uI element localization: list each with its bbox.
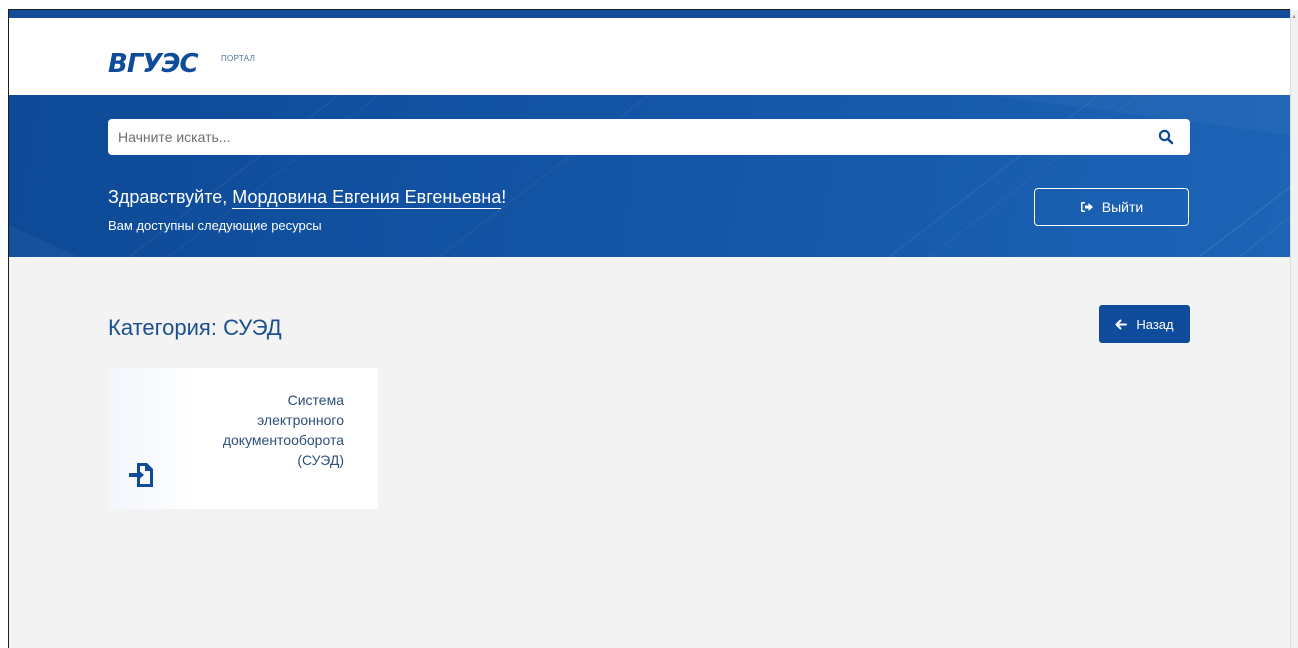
greeting-text: Здравствуйте, Мордовина Евгения Евгеньев… xyxy=(108,187,507,209)
search-input[interactable] xyxy=(108,119,1148,155)
back-label: Назад xyxy=(1136,316,1174,332)
search-icon[interactable] xyxy=(1158,129,1174,145)
logout-button[interactable]: Выйти xyxy=(1034,188,1189,226)
category-title: Категория: СУЭД xyxy=(108,315,282,340)
site-logo[interactable]: ВГУЭС xyxy=(108,51,199,77)
resource-title-line: электронного xyxy=(257,412,344,428)
greeting-prefix: Здравствуйте, xyxy=(108,187,233,207)
resource-card[interactable]: Система электронного документооборота (С… xyxy=(108,368,378,509)
site-header: ВГУЭС ПОРТАЛ xyxy=(9,18,1290,95)
vertical-scrollbar[interactable] xyxy=(1290,10,1298,648)
browser-frame: ВГУЭС ПОРТАЛ Начните искать... Здравству… xyxy=(0,0,1298,648)
resource-title-line: (СУЭД) xyxy=(297,452,344,468)
search-bar xyxy=(108,119,1190,155)
hero-banner: Здравствуйте, Мордовина Евгения Евгеньев… xyxy=(9,95,1290,257)
resource-title-line: Система xyxy=(287,392,344,408)
user-name-link[interactable]: Мордовина Евгения Евгеньевна xyxy=(232,187,502,209)
scroll-up-arrow[interactable]: ▲ xyxy=(1291,14,1297,20)
logout-label: Выйти xyxy=(1101,199,1144,215)
portal-page: ВГУЭС ПОРТАЛ Начните искать... Здравству… xyxy=(9,18,1290,648)
resource-title-line: документооборота xyxy=(222,432,344,448)
resource-card-title: Система электронного документооборота (С… xyxy=(144,390,344,470)
sign-out-icon xyxy=(1080,201,1094,213)
logo-subtitle: ПОРТАЛ xyxy=(221,54,256,63)
resources-subtitle: Вам доступны следующие ресурсы xyxy=(108,218,322,233)
back-button[interactable]: Назад xyxy=(1099,305,1190,343)
arrow-left-icon xyxy=(1115,319,1128,330)
sign-in-icon xyxy=(125,458,157,490)
top-accent-stripe xyxy=(9,10,1290,18)
greeting-suffix: ! xyxy=(501,187,507,207)
